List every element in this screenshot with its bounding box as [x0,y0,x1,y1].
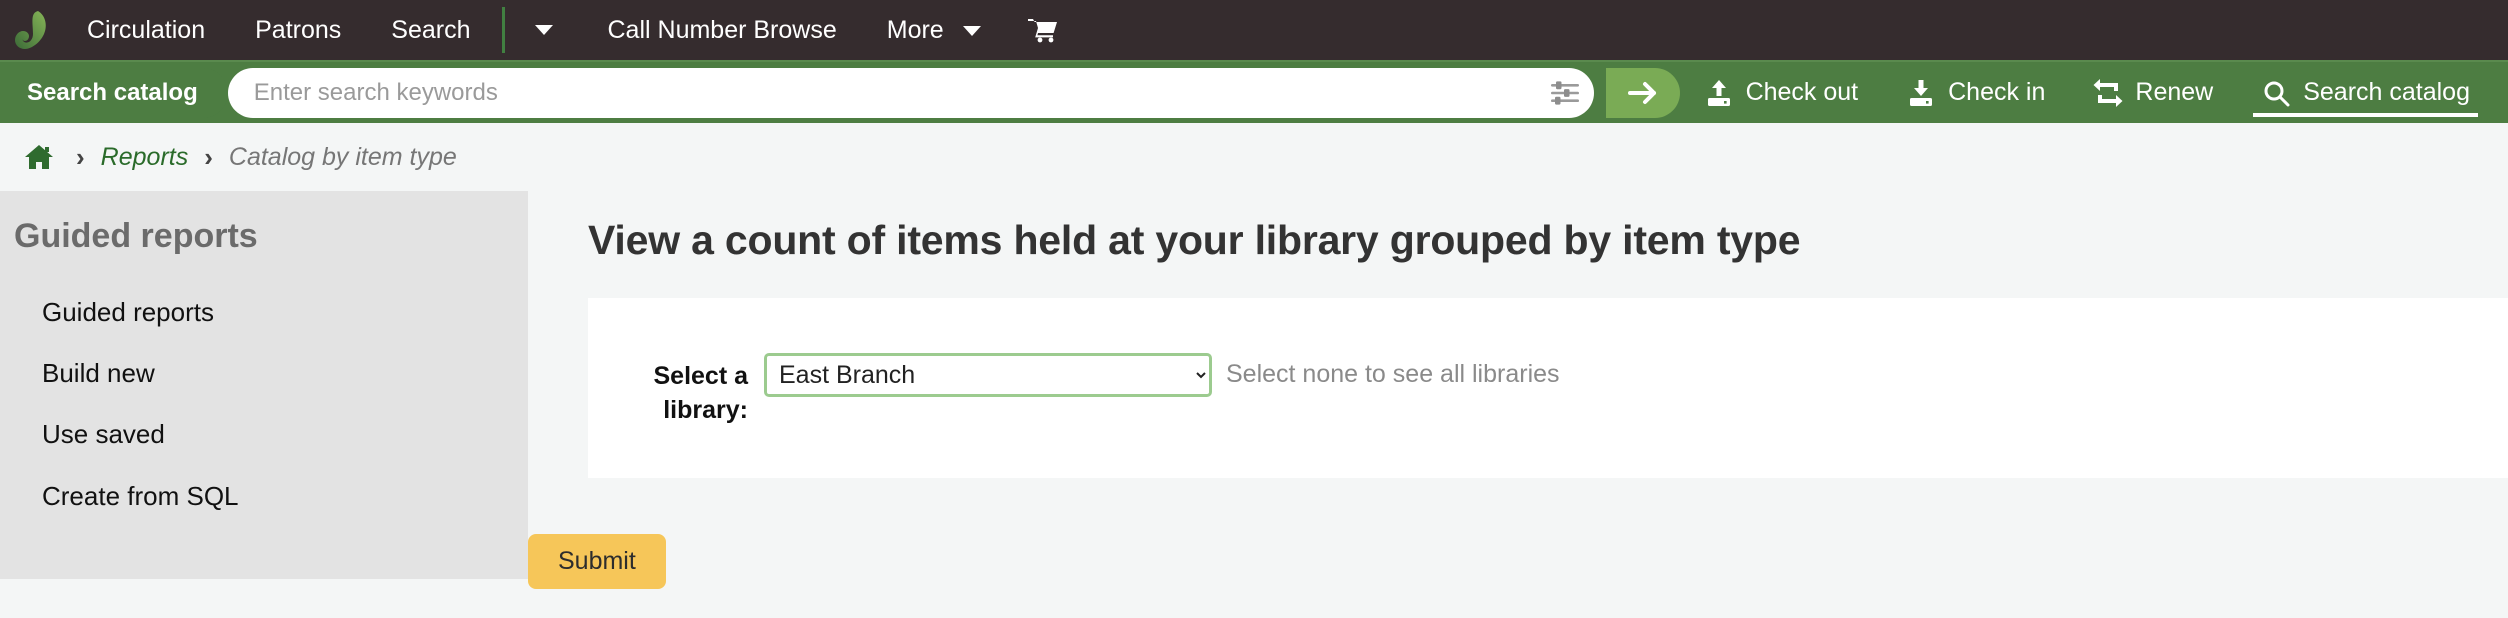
koha-logo[interactable] [0,0,62,60]
sidebar-title: Guided reports [14,217,258,255]
search-action-label: Check out [1745,78,1859,106]
sidebar-item-guided-reports[interactable]: Guided reports [0,282,528,343]
sidebar-item-use-saved[interactable]: Use saved [0,404,528,465]
nav-item-label: Call Number Browse [607,16,837,44]
search-form: Search catalog [0,61,1680,124]
submit-button[interactable]: Submit [528,534,666,589]
chevron-down-icon [962,26,981,37]
renew-icon [2093,78,2123,107]
sidebar-item-label: Create from SQL [42,480,239,511]
breadcrumb-home-link[interactable] [18,144,60,170]
secondary-nav-items: Call Number Browse More [583,0,1006,60]
search-action-renew[interactable]: Renew [2069,61,2237,124]
sidebar-item-label: Guided reports [42,297,214,327]
sliders-icon [1550,80,1579,105]
sidebar-item-create-from-sql[interactable]: Create from SQL [0,466,528,527]
search-filter-button[interactable] [1536,68,1594,118]
breadcrumb-item-reports[interactable]: Reports [101,143,189,172]
sidebar-list: Guided reports Build new Use saved Creat… [0,282,528,527]
search-action-label: Renew [2135,78,2214,106]
library-form-row: Select a library: East Branch Select non… [588,298,2508,428]
main-content: View a count of items held at your libra… [528,191,2508,589]
library-select[interactable]: East Branch [764,353,1212,397]
search-quick-actions: Check out Check in Renew Search catalog [1680,61,2508,124]
sidebar: Guided reports Guided reports Build new … [0,191,528,579]
search-pill [227,67,1594,118]
check-out-icon [1707,79,1730,106]
chevron-down-icon [534,25,553,35]
search-icon [2264,81,2290,106]
nav-item-search[interactable]: Search [366,0,495,60]
report-form-panel: Select a library: East Branch Select non… [588,298,2508,478]
search-input[interactable] [227,68,1536,117]
arrow-right-icon [1627,81,1656,104]
nav-item-label: Patrons [255,16,342,44]
nav-item-label: Search [391,16,471,44]
breadcrumb-separator: › [76,142,85,172]
nav-item-label: More [886,16,944,44]
home-icon [25,145,53,169]
koha-logo-icon [15,11,46,49]
cart-icon [1027,19,1057,43]
breadcrumb: › Reports › Catalog by item type [0,123,2508,191]
nav-item-label: Circulation [87,16,206,44]
breadcrumb-separator: › [204,142,213,172]
sidebar-item-label: Build new [42,358,155,389]
nav-item-patrons[interactable]: Patrons [230,0,366,60]
sidebar-item-build-new[interactable]: Build new [0,343,528,404]
check-in-icon [1910,79,1933,106]
library-select-label: Select a library: [653,362,748,424]
sidebar-item-label: Use saved [42,419,165,450]
library-select-hint: Select none to see all libraries [1226,360,1560,388]
breadcrumb-current: Catalog by item type [228,142,457,171]
page-title: View a count of items held at your libra… [588,217,1801,263]
search-bar: Search catalog Enter search keywords Che… [0,60,2508,123]
nav-dropdown-toggle[interactable] [505,0,583,60]
nav-item-more[interactable]: More [862,0,1006,60]
nav-item-call-number-browse[interactable]: Call Number Browse [583,0,862,60]
nav-item-circulation[interactable]: Circulation [62,0,230,60]
search-submit-button[interactable] [1605,67,1680,118]
primary-nav-items: Circulation Patrons Search [62,0,496,60]
top-navigation-bar: Circulation Patrons Search Call Number B… [0,0,2508,60]
search-action-check-out[interactable]: Check out [1680,61,1883,124]
search-action-label: Check in [1948,78,2046,106]
search-action-check-in[interactable]: Check in [1882,61,2069,124]
cart-button[interactable] [1006,0,1080,60]
content-row: Guided reports Guided reports Build new … [0,191,2508,589]
search-action-label: Search catalog [2303,78,2470,106]
search-catalog-tab[interactable]: Search catalog [0,67,228,118]
search-action-search-catalog[interactable]: Search catalog [2237,61,2494,124]
